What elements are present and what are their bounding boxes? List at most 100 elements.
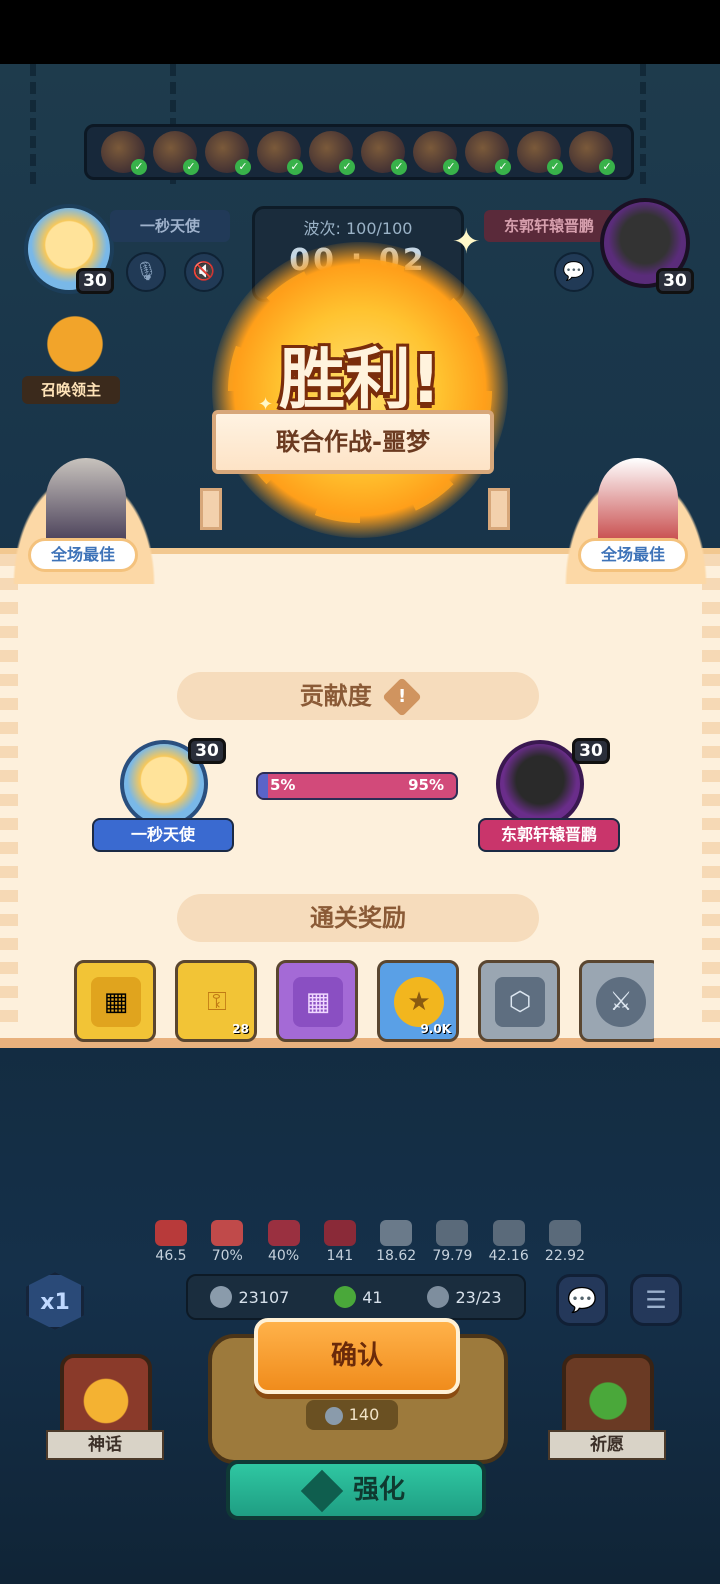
contrib-right-level: 30: [572, 738, 610, 764]
stat-item: 18.62: [373, 1220, 419, 1264]
upgrade-label: 强化: [352, 1475, 405, 1505]
mvp-left-tag: 全场最佳: [28, 538, 138, 572]
hero-slot: ✓: [413, 131, 459, 175]
stat-value: 70%: [211, 1248, 243, 1264]
resource-bar: 23107 41 23/23: [186, 1274, 526, 1320]
contrib-left-name: 一秒天使: [92, 818, 234, 852]
reward-item[interactable]: ⚿ 28: [175, 960, 257, 1042]
hero-slot: ✓: [465, 131, 511, 175]
stat-value: 22.92: [544, 1248, 586, 1264]
player-right-name: 东郭轩辕晋鹏: [484, 210, 614, 242]
speaker-off-icon[interactable]: 🔇: [184, 252, 224, 292]
hero-slot: ✓: [257, 131, 303, 175]
unit-count: 23/23: [427, 1286, 502, 1308]
hero-slot: ✓: [569, 131, 615, 175]
mvp-right-tag: 全场最佳: [578, 538, 688, 572]
stat-value: 40%: [268, 1248, 300, 1264]
clover-amount: 41: [362, 1287, 383, 1307]
wave-counter: 波次: 100/100: [303, 219, 413, 238]
chat-button[interactable]: 💬: [556, 1274, 608, 1326]
gold-chest-icon: ▦: [91, 977, 141, 1027]
mic-off-icon[interactable]: 🎙: [126, 252, 166, 292]
mvp-left-hero: [46, 458, 126, 550]
stat-item: 141: [317, 1220, 363, 1264]
hero-slot: ✓: [361, 131, 407, 175]
checkmark-icon: ✓: [599, 159, 615, 175]
unit-amount: 23/23: [455, 1287, 502, 1307]
upgrade-button[interactable]: 强化: [226, 1460, 486, 1520]
stat-item: 46.5: [148, 1220, 194, 1264]
sparkle-icon: ✦: [258, 394, 274, 415]
summon-lord-label: 召唤领主: [22, 376, 120, 404]
summon-cost: 140: [306, 1400, 398, 1430]
purple-chest-icon: ▦: [293, 977, 343, 1027]
checkmark-icon: ✓: [391, 159, 407, 175]
game-screen: ✓ ✓ ✓ ✓ ✓ ✓ ✓ ✓ ✓ ✓ 30 一秒天使 🎙 🔇 召唤领主 波次: 100/100 …: [0, 64, 720, 1584]
stat-icon: [323, 1220, 356, 1246]
player-left-level: 30: [76, 268, 114, 294]
checkmark-icon: ✓: [547, 159, 563, 175]
stat-value: 141: [326, 1248, 354, 1264]
stat-icon: [436, 1220, 469, 1246]
hero-slot: ✓: [517, 131, 563, 175]
stat-item: 79.79: [429, 1220, 475, 1264]
player-left-name: 一秒天使: [110, 210, 230, 242]
stat-value: 18.62: [376, 1248, 417, 1264]
reward-item[interactable]: ▦: [74, 960, 156, 1042]
rewards-list: ▦ ⚿ 28 ▦ ★ 9.0K ⬡ ⚔: [74, 960, 654, 1044]
stat-item: 70%: [204, 1220, 250, 1264]
banner-ribbon-right: [488, 488, 510, 530]
silver-resource: 23107: [210, 1286, 289, 1308]
chat-icon[interactable]: 💬: [554, 252, 594, 292]
reward-item[interactable]: ▦: [276, 960, 358, 1042]
clover-icon: [334, 1286, 357, 1308]
rewards-title: 通关奖励: [177, 894, 539, 942]
stat-icon: [267, 1220, 300, 1246]
contribution-right-pct: 95%: [408, 776, 444, 794]
reward-item[interactable]: ⬡: [478, 960, 560, 1042]
hero-slot: ✓: [101, 131, 147, 175]
info-icon[interactable]: !: [382, 677, 422, 717]
chain-decoration: [30, 64, 48, 184]
checkmark-icon: ✓: [339, 159, 355, 175]
status-bar: [0, 0, 720, 64]
checkmark-icon: ✓: [235, 159, 251, 175]
summon-lord-portrait[interactable]: [30, 304, 120, 384]
silver-amount: 23107: [238, 1287, 290, 1307]
reward-item[interactable]: ★ 9.0K: [377, 960, 459, 1042]
hero-slot: ✓: [205, 131, 251, 175]
contrib-left-level: 30: [188, 738, 226, 764]
menu-button[interactable]: ☰: [630, 1274, 682, 1326]
contribution-left-pct: 5%: [270, 776, 296, 794]
coin-icon: ★: [394, 977, 444, 1027]
chain-decoration: [640, 64, 658, 184]
stat-value: 79.79: [432, 1248, 473, 1264]
panel-border-left: [0, 554, 18, 1024]
contribution-title-text: 贡献度: [299, 682, 372, 710]
game-mode-banner: 联合作战-噩梦: [212, 410, 494, 474]
stat-item: 42.16: [486, 1220, 532, 1264]
mythic-label: 神话: [46, 1430, 164, 1460]
stat-icon: [548, 1220, 581, 1246]
arrow-up-icon: [300, 1469, 344, 1512]
contrib-right-avatar: [496, 740, 584, 828]
silver-coin-icon: [324, 1406, 343, 1425]
reward-item[interactable]: ⚔: [579, 960, 654, 1042]
checkmark-icon: ✓: [443, 159, 459, 175]
result-panel: 全场最佳 全场最佳 贡献度 ! 30 一秒天使 5% 95% 30 东郭轩辕晋鹏…: [0, 454, 720, 1048]
confirm-button[interactable]: 确认: [254, 1318, 460, 1394]
silver-coin-icon: [210, 1286, 233, 1308]
unit-icon: [427, 1286, 450, 1308]
reward-qty: 28: [232, 1022, 249, 1036]
summon-cost-value: 140: [348, 1405, 380, 1424]
hero-slot: ✓: [153, 131, 199, 175]
stat-icon: [211, 1220, 244, 1246]
trident-emblem-icon: ⚔: [596, 977, 646, 1027]
stat-item: 22.92: [542, 1220, 588, 1264]
victory-title: 胜利!: [278, 341, 442, 418]
contribution-title: 贡献度 !: [177, 672, 539, 720]
speed-button[interactable]: x1: [26, 1272, 84, 1330]
hero-lineup-strip: ✓ ✓ ✓ ✓ ✓ ✓ ✓ ✓ ✓ ✓: [84, 124, 634, 180]
stat-icon: [380, 1220, 413, 1246]
checkmark-icon: ✓: [287, 159, 303, 175]
